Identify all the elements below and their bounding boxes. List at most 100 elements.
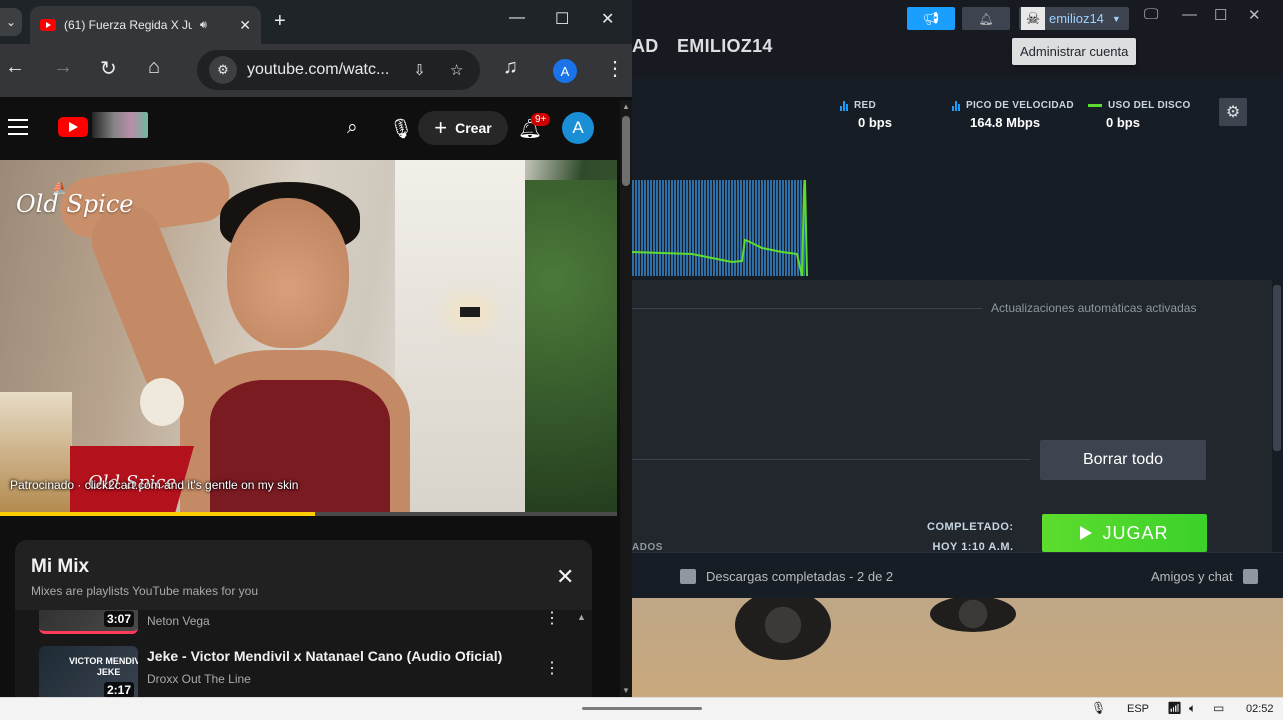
menu-icon[interactable] [8,119,28,140]
video-thumbnail[interactable]: VICTOR MENDIVIL JEKE 2:17 [39,646,138,697]
network-bar [692,180,694,276]
wallpaper-vehicle-wheel [735,590,831,660]
avatar: ☠ [1021,7,1045,30]
minimize-button[interactable]: — [509,9,525,27]
network-bar [632,180,634,276]
stat-peak-speed: PICO DE VELOCIDAD 164.8 Mbps [952,100,1074,130]
friends-icon [1242,569,1258,584]
profile-avatar[interactable]: A [553,59,577,83]
back-icon[interactable]: ← [5,56,25,79]
install-app-icon[interactable]: ⇩ [413,61,426,79]
network-bar [638,180,640,276]
play-icon [1080,526,1093,540]
network-bar [704,180,706,276]
play-button[interactable]: JUGAR [1042,514,1207,552]
maximize-button[interactable]: ☐ [1214,6,1227,24]
new-tab-button[interactable]: + [274,10,286,33]
wallpaper-vehicle-wheel [930,596,1016,632]
scroll-down-icon[interactable]: ▼ [622,686,630,695]
avatar[interactable]: A [562,112,594,144]
nav-item-username[interactable]: EMILIOZ14 [677,36,773,57]
volume-icon[interactable]: 🔈︎ [1189,701,1196,716]
youtube-logo[interactable] [58,117,88,137]
nav-item-partial[interactable]: AD [632,36,659,57]
video-player[interactable]: ⛵ Old Spice Old Spice Patrocinado · clic… [0,160,617,512]
bookmark-star-icon[interactable]: ☆ [450,61,463,79]
video-lamp [460,307,480,317]
network-bars [632,180,805,276]
microphone-icon[interactable]: 🎙︎ [389,117,413,141]
mix-title: Mi Mix [31,556,90,577]
friends-chat-button[interactable]: Amigos y chat [1151,569,1258,584]
create-button[interactable]: + Crear [418,111,508,145]
battery-icon[interactable]: ▭ [1213,701,1224,715]
download-graph [632,130,1283,278]
network-bar [770,180,772,276]
media-control-icon[interactable]: ♫ [503,56,518,79]
downloads-completed-button[interactable]: Descargas completadas - 2 de 2 [680,569,893,584]
network-bar [716,180,718,276]
video-thumbnail[interactable]: 3:07 [39,610,138,634]
more-vert-icon[interactable]: ⋮ [544,610,560,628]
network-bar [665,180,667,276]
tab-search-button[interactable]: ⌄ [0,8,22,36]
reload-icon[interactable]: ↻ [100,56,117,81]
close-icon[interactable]: ✕ [556,564,574,590]
clear-all-button[interactable]: Borrar todo [1040,440,1206,480]
wifi-icon[interactable]: 📶︎ [1167,701,1182,715]
stat-disk-usage: USO DEL DISCO 0 bps [1088,100,1191,130]
forward-icon[interactable]: → [53,56,73,79]
browser-toolbar: ← → ↻ ⌂ ⚙ youtube.com/watc... ⇩ ☆ ♫ ⋮ [0,44,632,97]
list-item[interactable]: 3:07 Neton Vega ⋮ [39,610,579,634]
microphone-icon[interactable]: 🎙︎ [1091,701,1106,715]
home-icon[interactable]: ⌂ [148,56,160,79]
divider [632,308,982,309]
more-menu-icon[interactable]: ⋮ [605,56,625,81]
scrollbar-thumb[interactable] [622,116,630,186]
network-bar [788,180,790,276]
taskbar-handle[interactable] [582,707,702,710]
maximize-button[interactable]: ☐ [555,9,569,29]
network-bar [677,180,679,276]
video-progress-bar[interactable] [0,512,617,516]
close-button[interactable]: ✕ [601,9,614,29]
youtube-page: ⌕ 🎙︎ + Crear 🔔︎ 9+ A ⛵ Old Spice Old Spi… [0,97,632,697]
url-text[interactable]: youtube.com/watc... [247,61,389,79]
scroll-up-icon[interactable]: ▲ [622,102,630,111]
site-info-icon[interactable]: ⚙ [209,56,237,84]
close-button[interactable]: ✕ [1248,6,1261,24]
page-scrollbar[interactable]: ▲ ▼ [620,100,632,697]
network-bar [671,180,673,276]
speaker-icon[interactable]: 🔊︎ [200,19,207,32]
network-bar [695,180,697,276]
search-icon[interactable]: ⌕ [347,117,358,139]
big-picture-icon[interactable]: 🖵︎ [1144,6,1158,23]
video-person-shirt [210,380,390,512]
network-bar [659,180,661,276]
stat-network: RED 0 bps [840,100,892,130]
announcements-button[interactable]: 📢︎ [907,7,955,30]
plus-icon: + [434,115,448,140]
more-vert-icon[interactable]: ⋮ [544,658,560,678]
youtube-doodle[interactable] [92,112,148,138]
account-menu-button[interactable]: ☠ emilioz14 ▼ [1019,7,1129,30]
video-title[interactable]: Jeke - Victor Mendivil x Natanael Cano (… [147,648,502,664]
clock[interactable]: 02:52 [1246,703,1274,715]
language-indicator[interactable]: ESP [1127,703,1149,715]
network-bar [686,180,688,276]
list-item[interactable]: VICTOR MENDIVIL JEKE 2:17 Jeke - Victor … [39,646,579,697]
tab-youtube[interactable]: (61) Fuerza Regida X Juan 🔊︎ ✕ [30,6,261,44]
ad-caption[interactable]: Patrocinado · click2cart.com and it's ge… [10,478,298,492]
gear-icon: ⚙ [1225,104,1241,121]
network-bar [641,180,643,276]
mix-subtitle: Mixes are playlists YouTube makes for yo… [31,584,258,598]
address-bar[interactable]: ⚙ youtube.com/watc... ⇩ ☆ [197,50,480,90]
minimize-button[interactable]: — [1182,6,1197,23]
network-bar [758,180,760,276]
network-bar [764,180,766,276]
tab-close-icon[interactable]: ✕ [239,17,251,34]
video-artist: Droxx Out The Line [147,672,251,686]
notifications-button[interactable]: 🔔︎ [962,7,1010,30]
settings-button[interactable]: ⚙ [1219,98,1247,126]
scrollbar[interactable] [1273,285,1281,451]
